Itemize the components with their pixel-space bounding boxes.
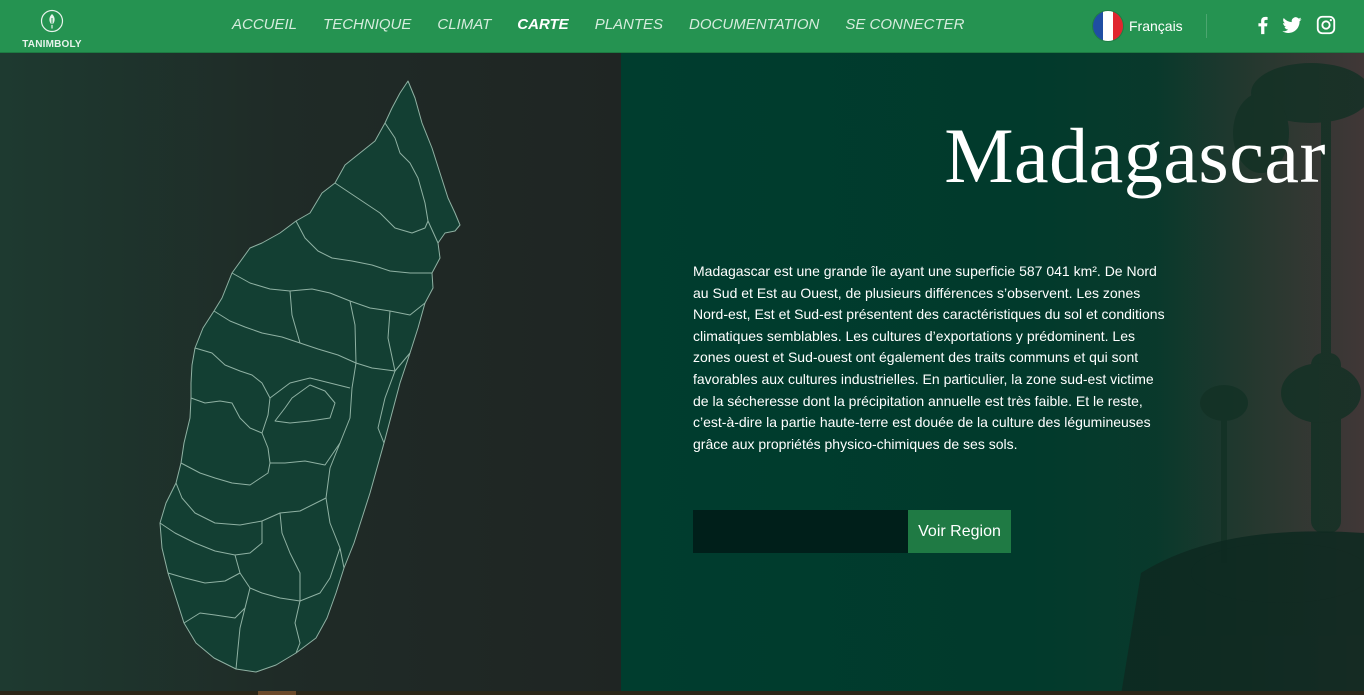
main-menu: ACCUEIL TECHNIQUE CLIMAT CARTE PLANTES D… <box>232 16 991 36</box>
madagascar-map <box>159 80 461 673</box>
info-panel: Madagascar Madagascar est une grande île… <box>621 53 1364 695</box>
nav-item-documentation[interactable]: DOCUMENTATION <box>689 16 819 33</box>
region-description: Madagascar est une grande île ayant une … <box>693 263 1165 452</box>
language-selector[interactable]: Français <box>1093 11 1183 41</box>
nav-divider <box>1206 14 1207 38</box>
brand-logo[interactable]: TANIMBOLY <box>18 9 86 51</box>
nav-item-plantes[interactable]: PLANTES <box>595 16 663 33</box>
footer-edge <box>0 691 1364 695</box>
brand-name: TANIMBOLY <box>22 39 82 50</box>
view-region-button[interactable]: Voir Region <box>908 510 1011 553</box>
top-navbar: TANIMBOLY ACCUEIL TECHNIQUE CLIMAT CARTE… <box>0 0 1364 53</box>
nav-item-technique[interactable]: TECHNIQUE <box>323 16 411 33</box>
page-title: Madagascar <box>944 112 1326 199</box>
nav-item-accueil[interactable]: ACCUEIL <box>232 16 297 33</box>
instagram-icon[interactable] <box>1315 14 1337 36</box>
language-label: Français <box>1129 18 1183 34</box>
region-search-input[interactable] <box>693 510 908 553</box>
france-flag-icon <box>1093 11 1123 41</box>
map-panel <box>0 53 621 695</box>
leaf-logo-icon <box>40 9 64 33</box>
facebook-icon[interactable] <box>1252 14 1274 36</box>
nav-item-se-connecter[interactable]: SE CONNECTER <box>845 16 964 33</box>
twitter-icon[interactable] <box>1281 14 1303 36</box>
nav-item-carte[interactable]: CARTE <box>517 16 568 33</box>
nav-item-climat[interactable]: CLIMAT <box>437 16 491 33</box>
